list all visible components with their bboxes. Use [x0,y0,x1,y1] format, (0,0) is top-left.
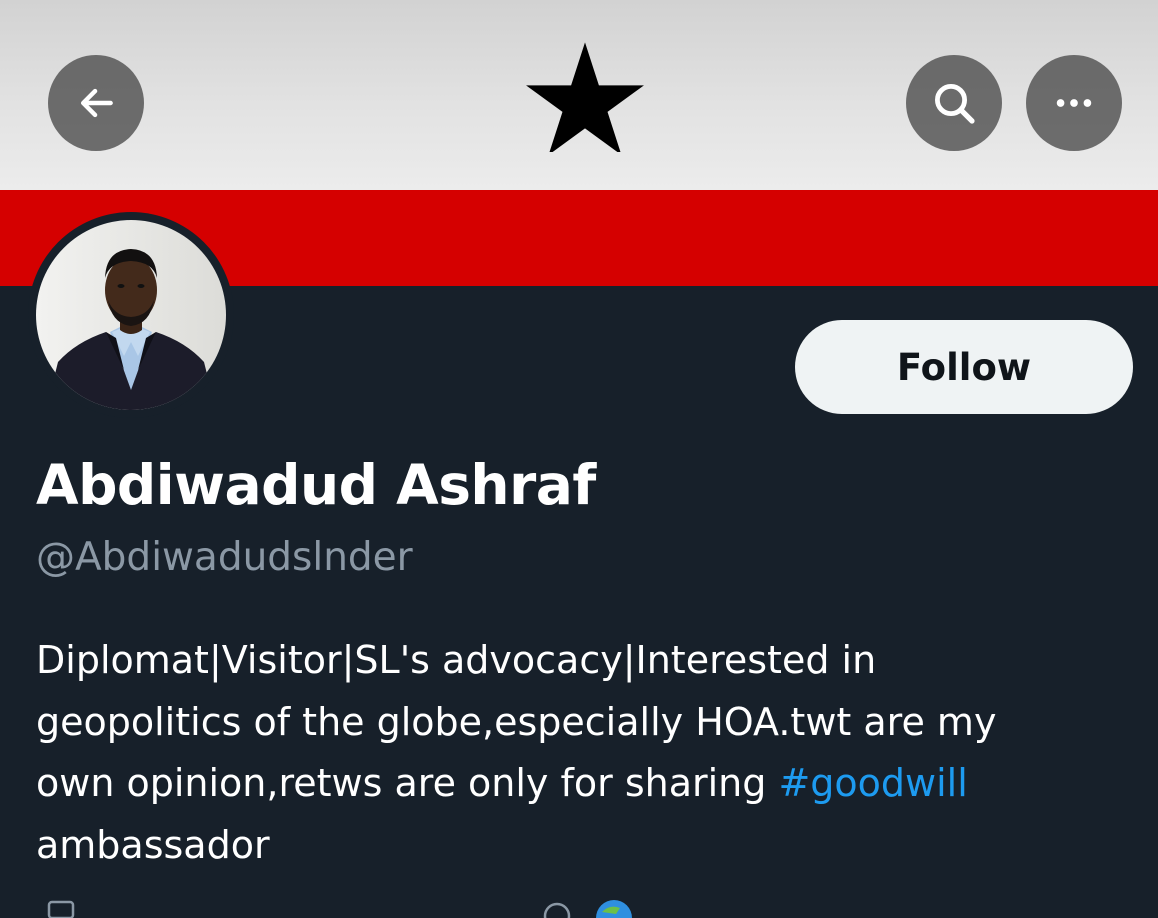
bio-line: geopolitics of the globe,especially HOA.… [36,699,997,744]
back-button[interactable] [48,55,144,151]
profile-display-name: Abdiwadud Ashraf [36,453,596,517]
globe-emoji-icon [596,900,632,918]
search-icon [934,83,975,124]
link-icon [543,902,571,918]
more-horizontal-icon [1056,99,1092,107]
profile-handle: @Abdiwadudslnder [36,535,413,580]
profession-icon [47,900,75,918]
bio-line: ambassador [36,822,270,867]
star-icon [526,42,644,152]
bio-line: Diplomat|Visitor|SL's advocacy|Intereste… [36,638,877,682]
avatar[interactable] [36,220,226,410]
more-options-button[interactable] [1026,55,1122,151]
bio-line-text: own opinion,retws are only for sharing [36,761,779,805]
avatar-frame[interactable] [28,212,234,418]
profile-meta-row [36,898,736,918]
search-button[interactable] [906,55,1002,151]
profile-bio: Diplomat|Visitor|SL's advocacy|Intereste… [36,630,1116,876]
follow-button[interactable]: Follow [795,320,1133,414]
bio-line: own opinion,retws are only for sharing #… [36,753,1116,815]
arrow-left-icon [80,88,113,118]
avatar-photo [36,220,226,410]
hashtag-link[interactable]: #goodwill [778,761,967,805]
